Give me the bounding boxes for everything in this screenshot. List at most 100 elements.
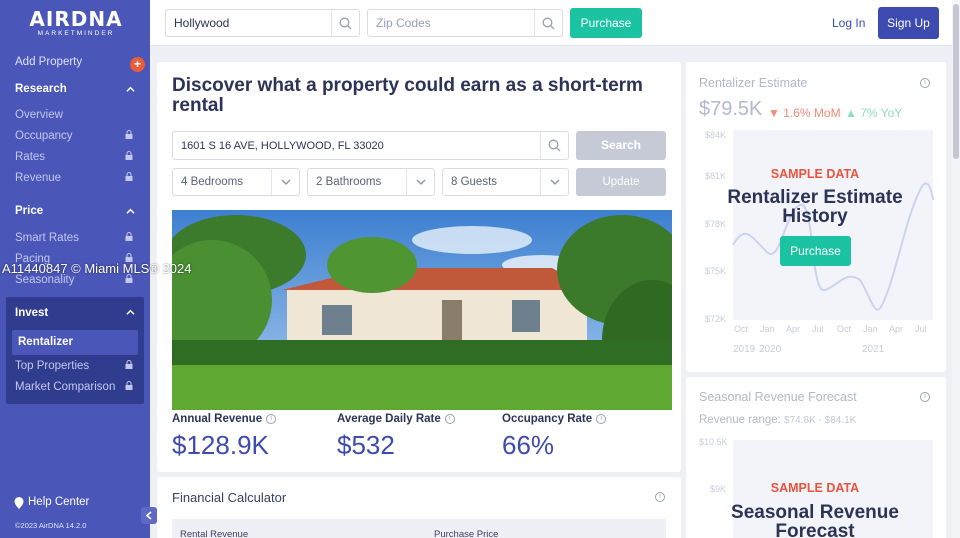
sidebar-item-rentalizer[interactable]: Rentalizer [18, 336, 73, 348]
sample-data-label: SAMPLE DATA [770, 167, 860, 181]
invest-section-header[interactable]: Invest [15, 307, 48, 319]
sidebar-item-occupancy[interactable]: Occupancy [15, 130, 73, 142]
annual-revenue-label-text: Annual Revenue [172, 413, 263, 425]
info-icon[interactable]: i [655, 492, 665, 502]
occupancy-rate-label-text: Occupancy Rate [502, 413, 593, 425]
add-property-plus-icon[interactable]: + [130, 57, 145, 72]
mls-watermark: A11440847 © Miami MLS® 2024 [2, 261, 192, 276]
research-section-header[interactable]: Research [15, 83, 67, 95]
sidebar-item-revenue[interactable]: Revenue [15, 172, 61, 184]
update-button[interactable]: Update [576, 168, 666, 196]
yoy-change-text: 7% YoY [860, 106, 903, 120]
login-link[interactable]: Log In [832, 16, 865, 30]
lock-icon [125, 151, 133, 160]
occupancy-rate-value: 66% [502, 430, 555, 460]
down-arrow-icon: ▼ [768, 106, 780, 120]
help-center-link[interactable]: Help Center [28, 496, 89, 508]
search-button[interactable]: Search [576, 131, 666, 160]
year-label: 2020 [759, 344, 782, 355]
y-tick: $81K [705, 171, 727, 181]
year-label: 2019 [733, 344, 756, 355]
sidebar-item-rates[interactable]: Rates [15, 151, 45, 163]
location-search-input[interactable]: Hollywood [165, 9, 360, 37]
copyright-text: ©2023 AirDNA 14.2.0 [15, 521, 87, 530]
add-property-link[interactable]: Add Property [15, 56, 82, 68]
info-icon[interactable]: i [920, 392, 930, 402]
average-daily-rate-value: $532 [337, 430, 395, 460]
sidebar-item-smart-rates[interactable]: Smart Rates [15, 232, 79, 244]
x-tick: Apr [889, 324, 904, 334]
sidebar-item-overview[interactable]: Overview [15, 109, 63, 121]
search-icon[interactable] [331, 10, 359, 36]
purchase-button[interactable]: Purchase [570, 8, 642, 38]
estimate-purchase-button[interactable]: Purchase [780, 236, 851, 266]
logo-name: AIRDNA [29, 7, 123, 31]
airdna-logo[interactable]: AIRDNA MARKETMINDER [26, 8, 126, 38]
sidebar-item-market-comparison[interactable]: Market Comparison [15, 381, 115, 393]
chevron-down-icon[interactable] [540, 169, 568, 195]
revenue-range: Revenue range: $74.8K - $84.1K [699, 414, 856, 426]
chevron-up-icon[interactable] [126, 308, 135, 317]
mom-change-text: 1.6% MoM [783, 106, 841, 120]
estimate-history-title: Rentalizer Estimate History [727, 187, 903, 227]
estimate-history-chart [732, 130, 934, 320]
bedrooms-value: 4 Bedrooms [181, 176, 244, 188]
x-tick: Jul [812, 324, 824, 334]
search-icon[interactable] [534, 10, 562, 36]
sidebar-item-top-properties[interactable]: Top Properties [15, 360, 89, 372]
x-tick: Jan [863, 324, 878, 334]
y-tick: $75K [705, 266, 727, 276]
chevron-down-icon[interactable] [271, 169, 299, 195]
chevron-up-icon[interactable] [126, 207, 135, 216]
rental-revenue-column: Rental Revenue [180, 529, 249, 538]
chevron-up-icon[interactable] [126, 85, 135, 94]
search-icon[interactable] [540, 132, 568, 159]
average-daily-rate-label: Average Daily Rate i [337, 413, 455, 425]
lock-icon [125, 172, 133, 181]
info-icon[interactable]: i [444, 413, 455, 424]
up-arrow-icon: ▲ [845, 106, 857, 120]
lock-icon [125, 130, 133, 139]
lock-icon [125, 381, 133, 390]
info-icon[interactable]: i [266, 413, 277, 424]
purchase-price-column: Purchase Price [434, 529, 499, 538]
scrollbar-thumb[interactable] [953, 4, 959, 159]
y-tick: $72K [705, 314, 727, 324]
address-input[interactable]: 1601 S 16 AVE, HOLLYWOOD, FL 33020 [172, 131, 569, 160]
lock-icon [125, 360, 133, 369]
guests-select[interactable]: 8 Guests [442, 168, 569, 196]
guests-value: 8 Guests [451, 176, 498, 188]
zip-codes-input[interactable]: Zip Codes [367, 9, 563, 37]
address-value: 1601 S 16 AVE, HOLLYWOOD, FL 33020 [181, 139, 384, 152]
chevron-down-icon[interactable] [406, 169, 434, 195]
y-tick: $78K [705, 219, 727, 229]
info-icon[interactable]: i [596, 413, 607, 424]
y-tick: $9K [710, 484, 727, 494]
x-tick: Jul [915, 324, 927, 334]
annual-revenue-label: Annual Revenue i [172, 413, 277, 425]
page-scrollbar[interactable] [952, 0, 960, 538]
location-value: Hollywood [174, 16, 230, 30]
price-section-header[interactable]: Price [15, 205, 43, 217]
x-tick: Apr [786, 324, 801, 334]
revenue-range-value: $74.8K - $84.1K [784, 415, 857, 426]
bedrooms-select[interactable]: 4 Bedrooms [172, 168, 300, 196]
y-tick: $10.5K [699, 437, 728, 447]
info-icon[interactable]: i [920, 78, 930, 88]
year-label: 2021 [862, 344, 885, 355]
collapse-sidebar-button[interactable] [141, 507, 157, 524]
occupancy-rate-label: Occupancy Rate i [502, 413, 607, 425]
bathrooms-select[interactable]: 2 Bathrooms [307, 168, 435, 196]
zip-codes-placeholder: Zip Codes [376, 16, 431, 30]
estimate-value: $79.5K [699, 98, 763, 120]
signup-button[interactable]: Sign Up [878, 7, 939, 39]
location-pin-icon [14, 497, 24, 509]
x-tick: Jan [760, 324, 775, 334]
mom-change: ▼ 1.6% MoM [768, 106, 841, 120]
yoy-change: ▲ 7% YoY [845, 106, 902, 120]
estimate-title: Rentalizer Estimate [699, 76, 808, 90]
revenue-range-label: Revenue range: [699, 414, 781, 426]
sample-data-label: SAMPLE DATA [770, 481, 860, 495]
page-title: Discover what a property could earn as a… [172, 75, 643, 116]
seasonal-forecast-overlay-title: Seasonal Revenue Forecast [731, 502, 899, 538]
